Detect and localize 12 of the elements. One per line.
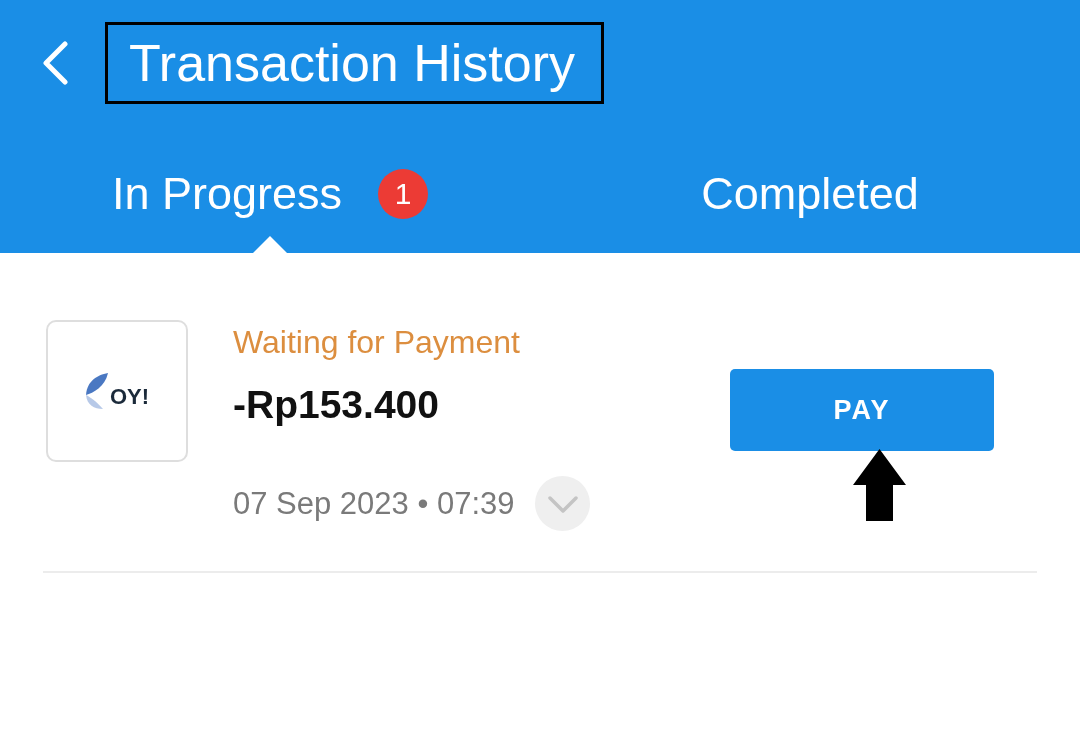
status-text: Waiting for Payment [233, 323, 521, 362]
pay-button[interactable]: PAY [730, 369, 994, 451]
page-title: Transaction History [129, 33, 575, 93]
chevron-down-icon [548, 496, 578, 513]
date-time-text: 07 Sep 2023 • 07:39 [233, 484, 515, 523]
amount-text: -Rp153.400 [233, 382, 440, 428]
leaf-logo-icon [84, 373, 109, 409]
tab[interactable]: Completed [540, 104, 1080, 253]
back-icon[interactable] [42, 41, 68, 85]
logo-text: OY! [109, 384, 150, 410]
tab[interactable]: In Progress 1 [0, 104, 540, 253]
count-badge: 1 [378, 168, 429, 219]
